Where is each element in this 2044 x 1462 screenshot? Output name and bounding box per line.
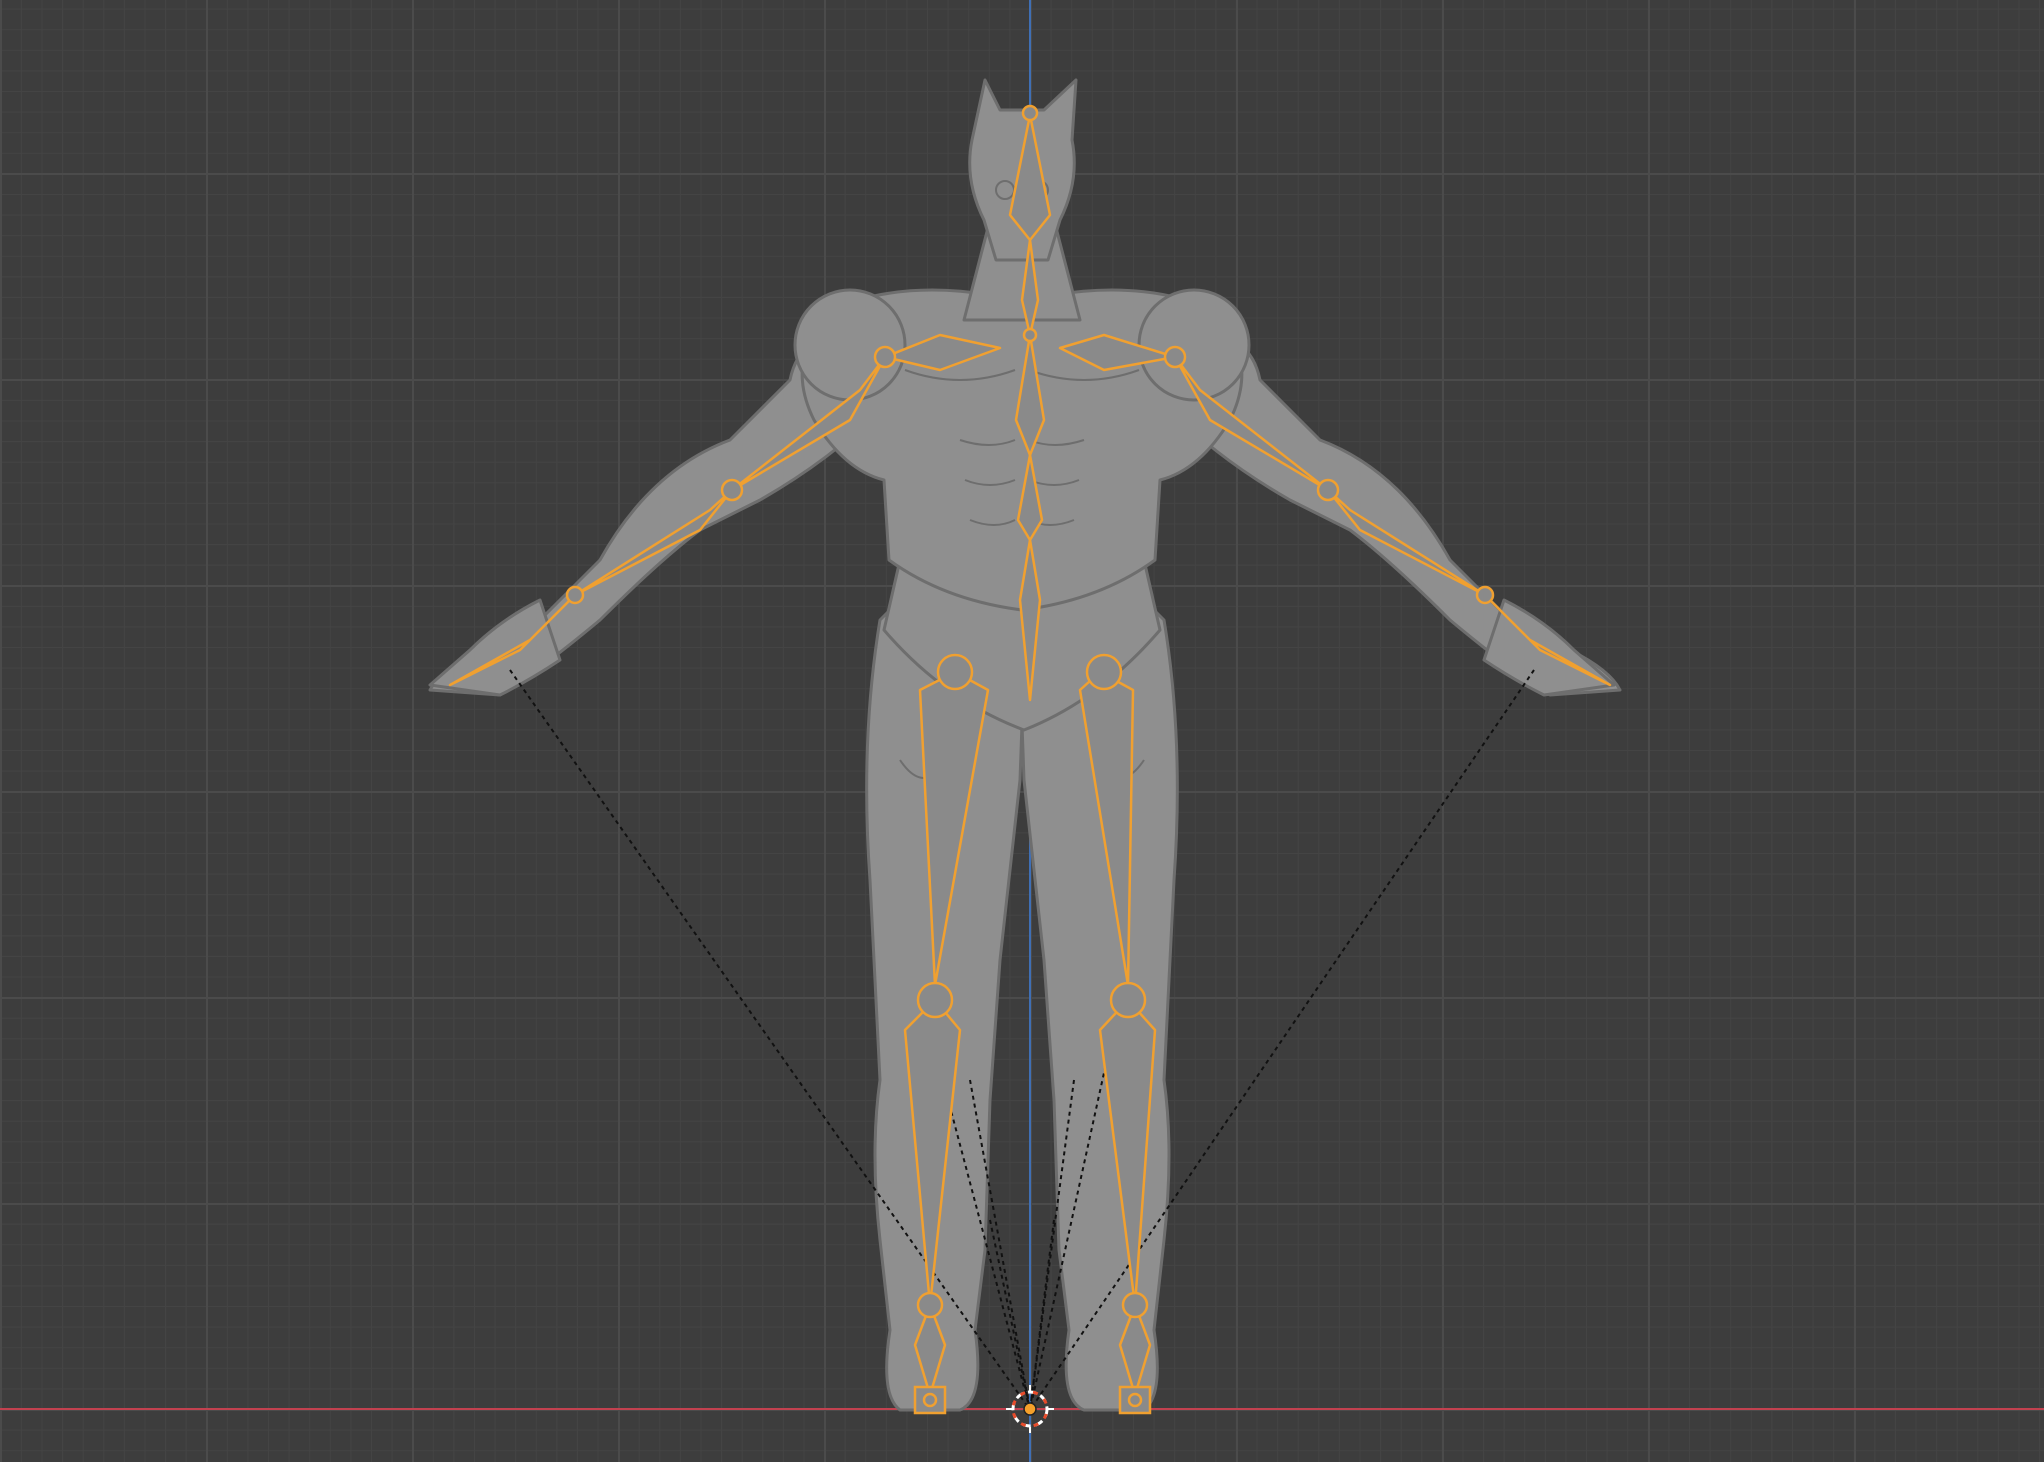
3d-cursor-icon[interactable] — [1006, 1385, 1054, 1433]
joint-elbow-right[interactable] — [1316, 478, 1340, 502]
mesh-left-hand — [428, 598, 562, 697]
joint-shoulder-left[interactable] — [873, 345, 897, 369]
joint-shoulder-right[interactable] — [1163, 345, 1187, 369]
mesh-left-shoulder — [793, 288, 907, 402]
joint-wrist-left[interactable] — [565, 585, 585, 605]
foot-ik-control-icon[interactable] — [1118, 1385, 1152, 1415]
ik-pole-lines — [509, 669, 1535, 1411]
joint-elbow-left[interactable] — [720, 478, 744, 502]
joint-neck[interactable] — [1022, 327, 1038, 343]
3d-viewport[interactable] — [0, 0, 2044, 1462]
joint-ankle-left[interactable] — [916, 1291, 944, 1319]
scene-canvas[interactable] — [0, 0, 2044, 1462]
joint-head-tip[interactable] — [1021, 104, 1039, 122]
joint-knee-right[interactable] — [1109, 981, 1147, 1019]
joint-hip-right[interactable] — [1085, 653, 1123, 691]
foot-ik-control-icon[interactable] — [913, 1385, 947, 1415]
joint-wrist-right[interactable] — [1475, 585, 1495, 605]
joint-knee-left[interactable] — [916, 981, 954, 1019]
joint-ankle-right[interactable] — [1121, 1291, 1149, 1319]
joint-hip-left[interactable] — [936, 653, 974, 691]
